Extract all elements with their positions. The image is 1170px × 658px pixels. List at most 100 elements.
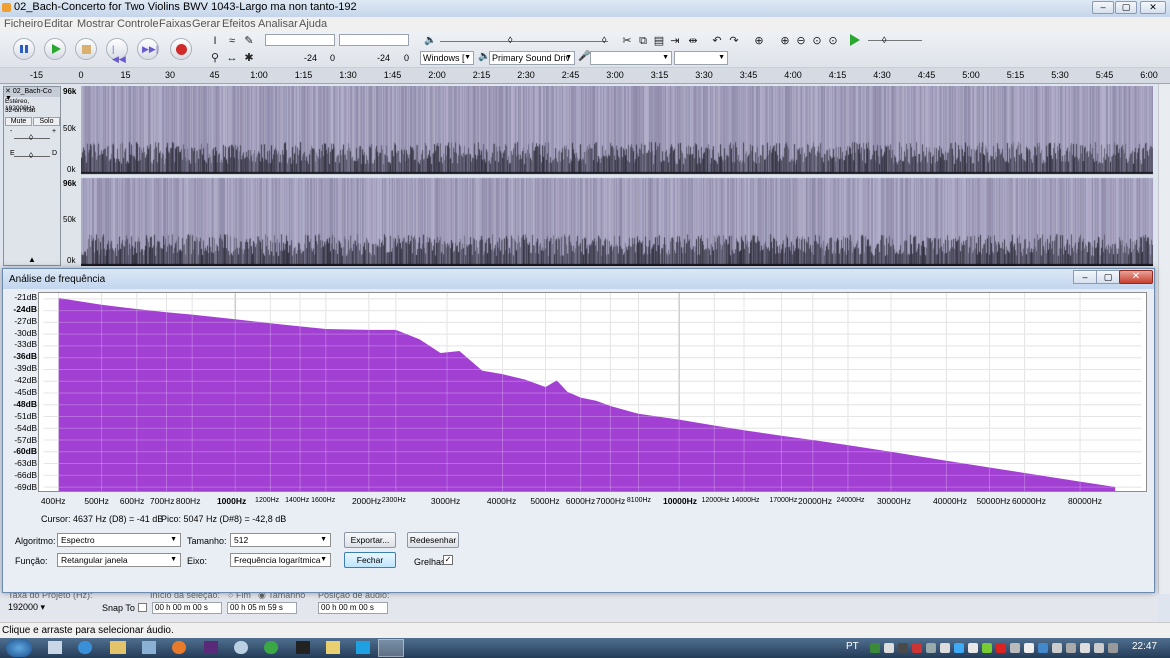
record-meter[interactable]: [265, 34, 335, 46]
explorer-icon[interactable]: [110, 641, 126, 654]
envelope-tool-icon[interactable]: ≈: [225, 34, 239, 48]
zoom-out-icon[interactable]: ⊖: [794, 34, 808, 48]
multi-tool-icon[interactable]: ✱: [242, 51, 256, 65]
dialog-close-button[interactable]: ✕: [1119, 270, 1153, 284]
draw-tool-icon[interactable]: ✎: [242, 34, 256, 48]
frequency-plot[interactable]: [38, 292, 1147, 492]
menu-faixas[interactable]: Faixas: [159, 18, 191, 30]
tray-icon[interactable]: [1080, 643, 1090, 653]
project-rate-select[interactable]: 192000 ▾: [8, 602, 52, 615]
function-select[interactable]: Retangular janela ▼: [57, 553, 181, 567]
menu-gerar[interactable]: Gerar: [192, 18, 220, 30]
dialog-maximize-button[interactable]: ▢: [1096, 270, 1120, 284]
menu-analisar[interactable]: Analisar: [258, 18, 298, 30]
export-button[interactable]: Exportar...: [344, 532, 396, 548]
sync-lock-icon[interactable]: ⊕: [752, 34, 766, 48]
tray-icon[interactable]: [1038, 643, 1048, 653]
tray-icon[interactable]: [996, 643, 1006, 653]
size-select[interactable]: 512 ▼: [230, 533, 331, 547]
close-window-button[interactable]: ✕: [1140, 1, 1166, 14]
firefox-icon[interactable]: [172, 641, 186, 654]
algorithm-select[interactable]: Espectro ▼: [57, 533, 181, 547]
play-button[interactable]: [44, 38, 66, 60]
close-button[interactable]: Fechar: [344, 552, 396, 568]
tray-icon[interactable]: [1066, 643, 1076, 653]
tray-icon[interactable]: [1052, 643, 1062, 653]
vertical-scrollbar[interactable]: [1158, 84, 1170, 594]
snap-to-checkbox[interactable]: [138, 603, 147, 612]
app-icon-2[interactable]: [234, 641, 248, 654]
paste-icon[interactable]: ▤: [652, 34, 666, 48]
undo-icon[interactable]: ↶: [710, 34, 724, 48]
tray-icon[interactable]: [1094, 643, 1104, 653]
start-button[interactable]: [6, 639, 32, 657]
solo-button[interactable]: Solo: [33, 117, 60, 126]
output-volume-slider[interactable]: [440, 41, 608, 42]
tray-icon[interactable]: [1108, 643, 1118, 653]
tray-icon[interactable]: [954, 643, 964, 653]
minimize-button[interactable]: –: [1092, 1, 1114, 14]
input-channels-select[interactable]: ▼: [674, 51, 728, 65]
dialog-minimize-button[interactable]: –: [1073, 270, 1097, 284]
trim-icon[interactable]: ⇥: [668, 34, 682, 48]
tray-icon[interactable]: [926, 643, 936, 653]
fit-selection-icon[interactable]: ⊙: [810, 34, 824, 48]
redraw-button[interactable]: Redesenhar: [407, 532, 459, 548]
app-icon-1[interactable]: [142, 641, 156, 654]
zoom-in-icon[interactable]: ⊕: [778, 34, 792, 48]
stop-button[interactable]: [75, 38, 97, 60]
timeline-ruler[interactable]: -15 0 15 30 45 1:00 1:15 1:30 1:45 2:00 2:15 2:30 2:…: [0, 68, 1170, 84]
skip-end-button[interactable]: ▶▶|: [137, 38, 159, 60]
pan-thumb-icon[interactable]: ◊: [29, 151, 33, 160]
show-desktop-icon[interactable]: [48, 641, 62, 654]
selection-tool-icon[interactable]: I: [208, 34, 222, 48]
menu-mostrar[interactable]: Mostrar: [77, 18, 114, 30]
collapse-track-icon[interactable]: ▲: [28, 255, 36, 264]
track-close-icon[interactable]: ✕: [5, 88, 11, 95]
play-speed-slider[interactable]: [868, 40, 922, 41]
grid-checkbox[interactable]: ✓: [443, 555, 453, 565]
menu-ajuda[interactable]: Ajuda: [299, 18, 327, 30]
chrome-icon[interactable]: [264, 641, 278, 654]
cut-icon[interactable]: ✂: [620, 34, 634, 48]
tray-icon[interactable]: [898, 643, 908, 653]
tray-icon[interactable]: [1024, 643, 1034, 653]
spectrogram-view[interactable]: [81, 86, 1153, 266]
gain-thumb-icon[interactable]: ◊: [29, 133, 33, 142]
premiere-icon[interactable]: [204, 641, 218, 654]
selection-length-time[interactable]: 00 h 05 m 59 s: [227, 602, 297, 614]
speed-thumb-icon[interactable]: ◊: [882, 35, 886, 45]
pause-button[interactable]: [13, 38, 35, 60]
tray-icon[interactable]: [884, 643, 894, 653]
track-name-button[interactable]: ✕ 02_Bach-Co ▼: [4, 87, 60, 102]
ie-icon[interactable]: [78, 641, 92, 654]
audio-position-time[interactable]: 00 h 00 m 00 s: [318, 602, 388, 614]
timeshift-tool-icon[interactable]: ↔: [225, 51, 239, 65]
host-select[interactable]: Windows [▼: [420, 51, 474, 65]
menu-controle[interactable]: Controle: [117, 18, 159, 30]
mute-button[interactable]: Mute: [5, 117, 32, 126]
zoom-tool-icon[interactable]: ⚲: [208, 51, 222, 65]
tray-icon[interactable]: [968, 643, 978, 653]
play-meter[interactable]: [339, 34, 409, 46]
record-button[interactable]: [170, 38, 192, 60]
tray-icon[interactable]: [1010, 643, 1020, 653]
output-device-select[interactable]: Primary Sound Driv ▼: [489, 51, 575, 65]
tray-icon[interactable]: [940, 643, 950, 653]
axis-select[interactable]: Frequência logarítmica ▼: [230, 553, 331, 567]
silence-icon[interactable]: ⇹: [686, 34, 700, 48]
selection-start-time[interactable]: 00 h 00 m 00 s: [152, 602, 222, 614]
fit-project-icon[interactable]: ⊙: [826, 34, 840, 48]
input-device-select[interactable]: ▼: [590, 51, 672, 65]
maximize-button[interactable]: ▢: [1115, 1, 1137, 14]
volume-thumb-icon[interactable]: ◊: [508, 35, 512, 45]
tray-icon[interactable]: [870, 643, 880, 653]
notes-icon[interactable]: [326, 641, 340, 654]
copy-icon[interactable]: ⧉: [636, 34, 650, 48]
menu-editar[interactable]: Editar: [44, 18, 73, 30]
menu-ficheiro[interactable]: Ficheiro: [4, 18, 43, 30]
input-thumb-icon[interactable]: ◊: [602, 35, 606, 45]
skype-icon[interactable]: [356, 641, 370, 654]
app-icon-3[interactable]: [296, 641, 310, 654]
skip-start-button[interactable]: |◀◀: [106, 38, 128, 64]
